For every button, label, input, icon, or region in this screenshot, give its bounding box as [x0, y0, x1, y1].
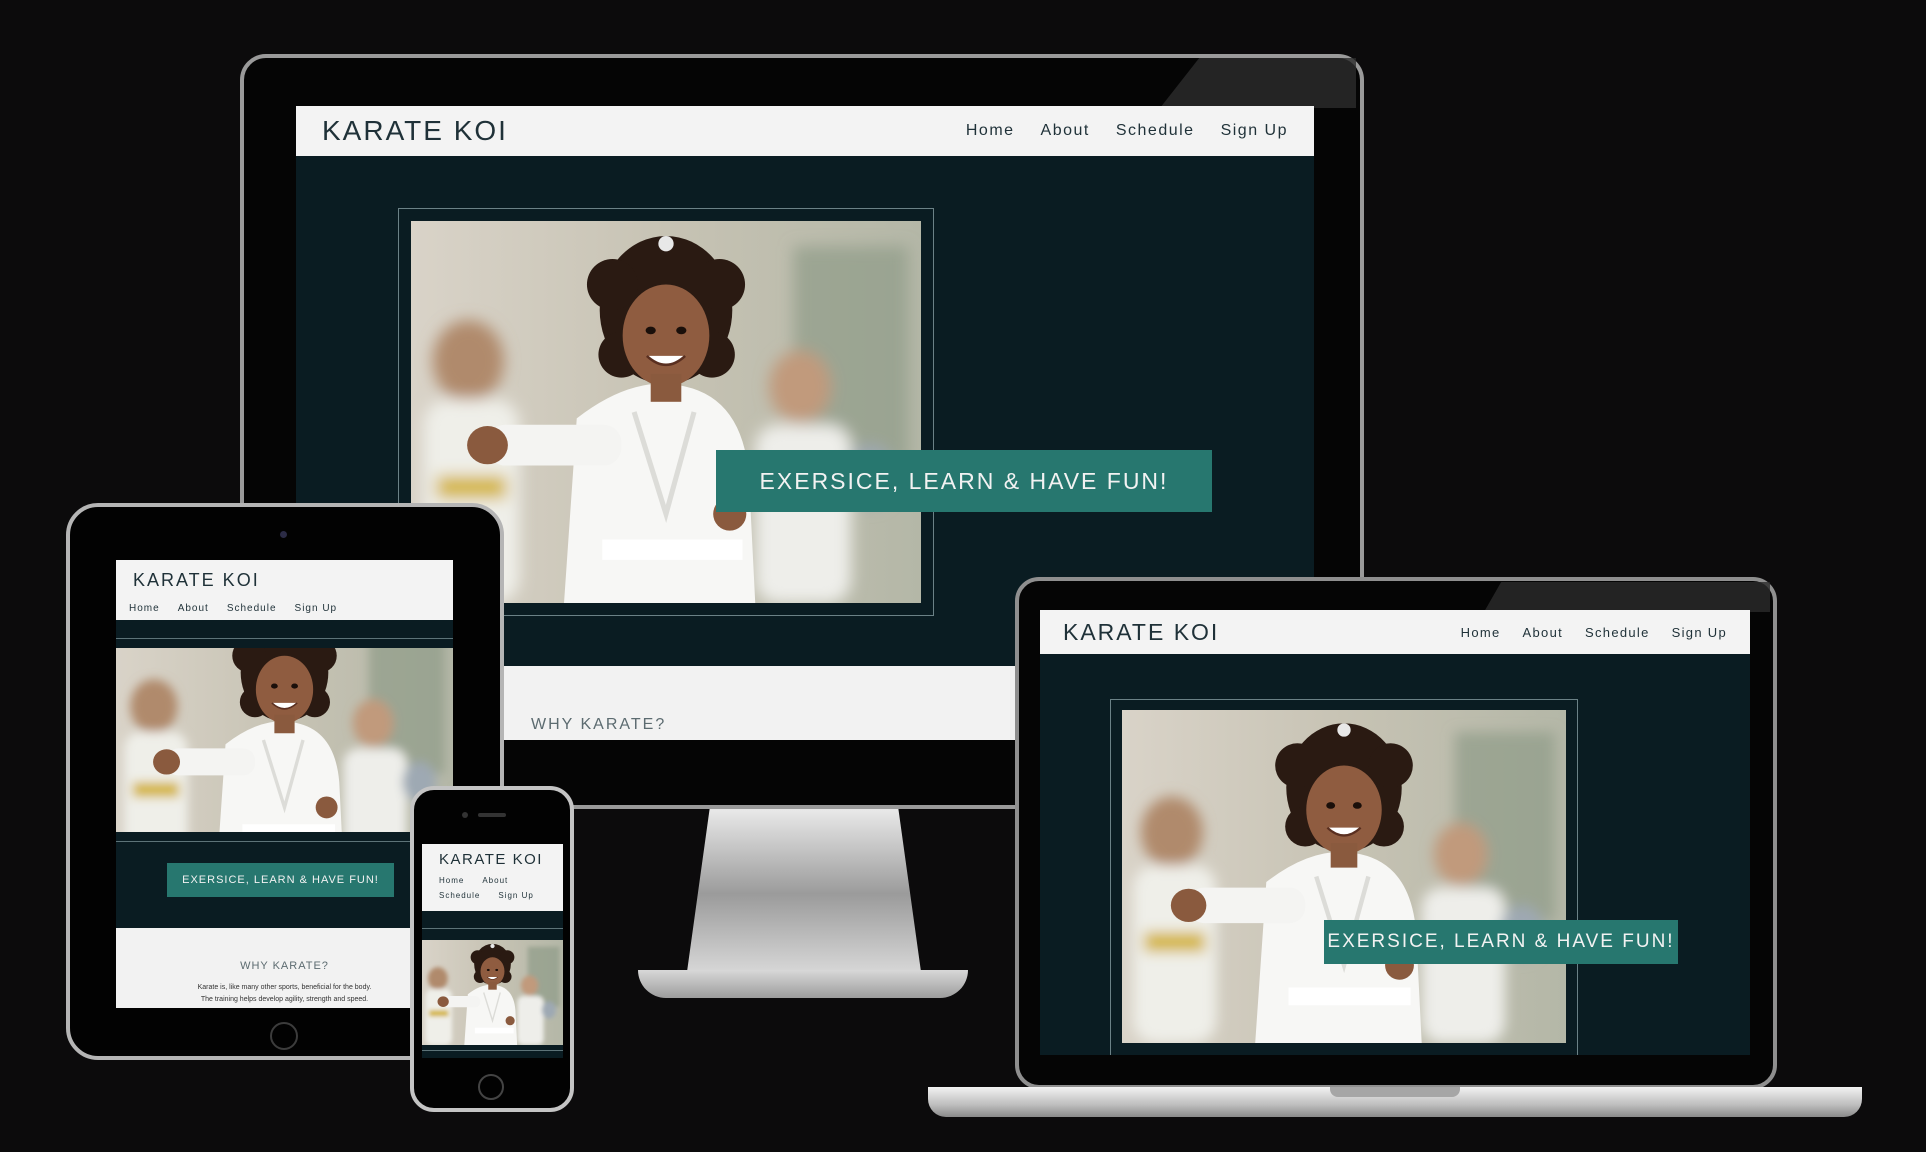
tablet-hero-cta-banner[interactable]: EXERSICE, LEARN & HAVE FUN!	[167, 863, 394, 897]
phone-nav-signup-link[interactable]: Sign Up	[498, 891, 533, 900]
phone-hero-photo	[422, 940, 563, 1045]
brand-logo[interactable]: KARATE KOI	[322, 115, 508, 147]
phone-nav-about-link[interactable]: About	[482, 876, 508, 885]
phone-camera-icon	[462, 812, 468, 818]
phone-nav-menu: Home About Schedule Sign Up	[439, 876, 559, 900]
tablet-divider	[116, 638, 453, 639]
nav-about-link[interactable]: About	[1041, 122, 1090, 140]
nav-home-link[interactable]: Home	[966, 122, 1015, 140]
laptop-glare	[1484, 582, 1770, 612]
nav-schedule-link[interactable]: Schedule	[1116, 122, 1195, 140]
site-navbar: KARATE KOI Home About Schedule Sign Up	[296, 106, 1314, 156]
laptop-hero-cta-banner[interactable]: EXERSICE, LEARN & HAVE FUN!	[1324, 920, 1678, 964]
tablet-divider	[116, 841, 453, 842]
tablet-brand-logo[interactable]: KARATE KOI	[133, 570, 260, 591]
laptop-nav-about-link[interactable]: About	[1523, 625, 1563, 640]
phone-divider	[422, 928, 563, 929]
laptop-nav-home-link[interactable]: Home	[1461, 625, 1501, 640]
tablet-site-screen: KARATE KOI Home About Schedule Sign Up E…	[116, 560, 453, 1008]
tablet-nav-about-link[interactable]: About	[178, 603, 209, 614]
tablet-why-karate-heading: WHY KARATE?	[240, 960, 329, 972]
phone-speaker	[478, 813, 506, 817]
phone-home-button-icon	[478, 1074, 504, 1100]
laptop-nav-schedule-link[interactable]: Schedule	[1585, 625, 1650, 640]
tablet-nav-menu: Home About Schedule Sign Up	[129, 603, 337, 614]
phone-nav-schedule-link[interactable]: Schedule	[439, 891, 480, 900]
monitor-stand	[686, 809, 922, 979]
phone-navbar: KARATE KOI Home About Schedule Sign Up	[422, 844, 563, 911]
hero-cta-banner[interactable]: EXERSICE, LEARN & HAVE FUN!	[716, 450, 1212, 512]
why-karate-heading: WHY KARATE?	[531, 716, 667, 733]
laptop-notch	[1330, 1087, 1460, 1097]
phone-nav-home-link[interactable]: Home	[439, 876, 464, 885]
laptop-hero-photo	[1122, 710, 1566, 1043]
phone-site-screen: KARATE KOI Home About Schedule Sign Up	[422, 844, 563, 1058]
monitor-stand-base	[638, 970, 968, 998]
nav-signup-link[interactable]: Sign Up	[1221, 122, 1288, 140]
tablet-camera-icon	[280, 531, 287, 538]
laptop-brand-logo[interactable]: KARATE KOI	[1063, 619, 1219, 646]
phone-divider	[422, 1050, 563, 1051]
laptop-navbar: KARATE KOI Home About Schedule Sign Up	[1040, 610, 1750, 654]
nav-menu: Home About Schedule Sign Up	[966, 122, 1288, 140]
tablet-nav-signup-link[interactable]: Sign Up	[295, 603, 338, 614]
tablet-hero-photo	[116, 648, 453, 832]
laptop-site-screen: KARATE KOI Home About Schedule Sign Up E…	[1040, 610, 1750, 1055]
tablet-navbar: KARATE KOI Home About Schedule Sign Up	[116, 560, 453, 620]
tablet-why-karate-text: The training helps develop agility, stre…	[200, 996, 369, 1003]
laptop-nav-signup-link[interactable]: Sign Up	[1672, 625, 1727, 640]
phone-brand-logo[interactable]: KARATE KOI	[439, 851, 543, 868]
tablet-nav-home-link[interactable]: Home	[129, 603, 160, 614]
laptop-nav-menu: Home About Schedule Sign Up	[1461, 625, 1727, 640]
tablet-nav-schedule-link[interactable]: Schedule	[227, 603, 277, 614]
tablet-why-karate-text: Karate is, like many other sports, benef…	[197, 984, 372, 991]
tablet-home-button-icon	[270, 1022, 298, 1050]
